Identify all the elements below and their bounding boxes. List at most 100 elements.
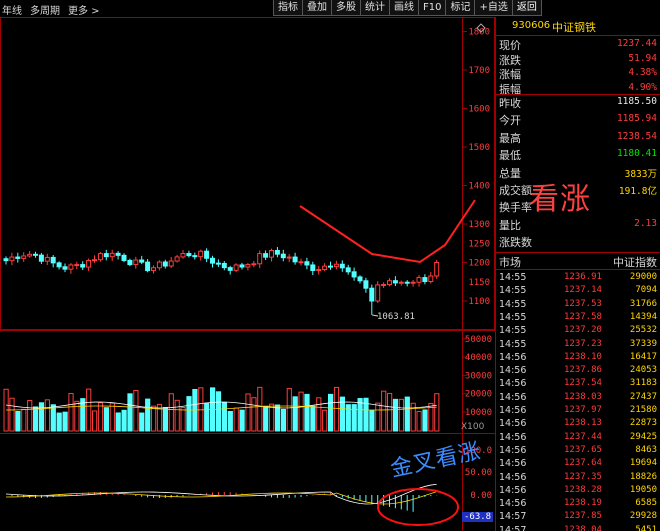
candle-body [422,277,428,283]
volume-bar [304,393,310,432]
tick-row: 14:57 1238.04 5451 [496,525,660,531]
tick-volume: 6585 [635,498,657,509]
trend-line [299,199,476,264]
quote-label: 昨收 [499,97,521,110]
quote-row: 今开 1185.94 [496,112,660,127]
volume-bar [151,405,157,432]
tick-time: 14:55 [499,298,527,310]
tick-price: 1238.04 [564,524,602,531]
tick-volume: 16417 [629,351,657,362]
candle-body [145,261,151,272]
volume-axis-label: 20000 [465,390,492,400]
tick-price: 1238.03 [564,391,602,402]
quote-label: 换手率 [499,201,532,215]
quote-value: 51.94 [628,52,657,64]
volume-bar [38,402,45,432]
candle-body [3,258,9,262]
tick-row: 14:55 1237.53 31766 [496,299,660,310]
candle-body [310,264,316,271]
candle-body [369,287,375,302]
candle-body [363,280,369,289]
tick-price: 1237.14 [564,285,602,296]
quote-label: 最低 [499,149,521,163]
volume-bar [109,402,115,432]
volume-bar [33,406,39,432]
volume-bar [86,388,92,432]
volume-bar [9,397,15,432]
tick-price: 1238.10 [564,351,602,362]
volume-bar [245,393,251,432]
quote-value: 191.8亿 [618,186,657,197]
tick-volume: 19694 [629,458,657,469]
candle-body [227,267,233,271]
quote-label: 涨跌数 [499,236,532,250]
tick-volume: 19050 [629,484,657,495]
volume-bar [215,391,222,432]
volume-bar [145,398,151,432]
volume-bar [269,403,275,432]
price-axis-label: 1400 [468,182,490,192]
volume-bar [387,392,393,432]
candle-body [33,253,38,256]
macd-axis-label: 0.00 [470,491,492,501]
candle-body [80,264,86,268]
volume-bar [27,400,33,432]
quote-row: 总量 3833万 [496,165,660,180]
candle-body [210,257,215,264]
candle-body [109,252,115,258]
tick-row: 14:56 1238.03 27437 [496,392,660,403]
tick-volume: 29425 [629,431,657,442]
volume-bar [115,412,121,432]
tick-row: 14:56 1237.64 19694 [496,458,660,469]
candle-body [56,262,62,268]
volume-bar [257,386,263,432]
tick-price: 1238.13 [564,418,602,429]
candle-body [21,255,27,259]
tick-volume: 5451 [635,524,657,531]
back-button[interactable]: 返回 [511,0,542,16]
volume-bar [404,396,410,432]
tick-volume: 29000 [629,272,657,282]
tick-price: 1237.58 [564,311,602,322]
volume-bar [328,393,334,432]
volume-bar [15,410,21,432]
tick-row: 14:55 1237.14 7094 [496,285,660,296]
volume-bar [316,397,322,432]
tick-price: 1237.86 [564,365,602,376]
tick-row: 14:56 1237.65 8463 [496,445,660,456]
candle-body [416,277,422,283]
volume-bar [44,399,50,432]
tick-time: 14:55 [499,285,527,297]
quote-row: 换手率 [496,199,660,214]
tick-header: 市场 中证指数 [496,253,660,269]
tick-row: 14:55 1236.91 29000 [496,272,660,283]
quote-row: 量比 2.13 [496,217,660,232]
candle-body [251,263,257,266]
candle-body [428,275,434,283]
candle-body [38,254,44,262]
candle-body [257,253,263,265]
tick-price: 1237.23 [564,338,602,349]
quote-row: 涨跌数 [496,234,660,249]
candle-body [186,253,192,257]
tick-row: 14:56 1238.13 22873 [496,418,660,429]
quote-row: 昨收 1185.50 [496,95,660,110]
volume-bar [68,392,74,432]
volume-bar [298,391,304,432]
candle-body [121,254,127,261]
volume-axis-label: 30000 [465,371,492,381]
volume-bar [168,393,174,432]
tick-time: 14:55 [499,338,527,350]
candle-body [68,264,74,270]
volume-bar [50,404,56,432]
panel-title: 930606 中证钢铁 [496,17,660,35]
tick-time: 14:56 [499,378,527,390]
volume-bar [398,398,404,432]
candle-body [127,259,133,266]
tick-volume: 29928 [629,511,657,522]
price-axis-label: 1800 [468,28,490,38]
macd-axis-label: 50.00 [465,468,492,478]
price-axis-label: 1150 [468,278,490,288]
volume-bar [280,408,286,432]
quote-label: 今开 [499,114,521,128]
